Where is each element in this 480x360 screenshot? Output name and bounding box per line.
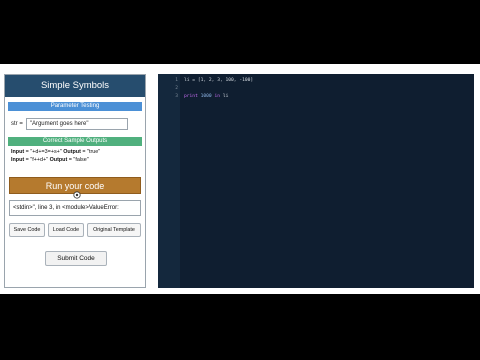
variable-name: li: [222, 94, 229, 99]
app-frame: Simple Symbols Parameter Testing str = "…: [0, 64, 480, 294]
line-number-gutter: 1 2 3: [158, 74, 180, 288]
output-label: Output: [49, 157, 68, 163]
keyword-print: print: [184, 94, 198, 99]
left-panel: Simple Symbols Parameter Testing str = "…: [4, 74, 146, 288]
line-number: 2: [175, 86, 178, 91]
output-field[interactable]: <stdin>", line 3, in <module>ValueError:: [9, 200, 141, 216]
input-value: = "f++d+": [24, 157, 50, 163]
input-value: = "+d+=3=+s+": [24, 149, 64, 155]
save-code-button[interactable]: Save Code: [9, 223, 45, 237]
pointer-cursor-icon: [73, 191, 81, 199]
input-label: Input: [11, 149, 25, 155]
line-number: 1: [175, 78, 178, 83]
original-template-button[interactable]: Original Template: [87, 223, 141, 237]
number-literal: 1000: [200, 94, 212, 99]
output-value: = "true": [80, 149, 101, 155]
sample-row: Input = "+d+=3=+s+" Output = "true": [11, 149, 100, 155]
code-editor[interactable]: 1 2 3 li = [1, 2, 3, 100, -100] print 10…: [158, 74, 474, 288]
submit-code-button[interactable]: Submit Code: [45, 251, 107, 266]
code-line-3: print 1000 in li: [184, 94, 228, 99]
input-label: Input: [11, 157, 25, 163]
parameter-testing-header: Parameter Testing: [8, 102, 142, 111]
line-number: 3: [175, 94, 178, 99]
load-code-button[interactable]: Load Code: [48, 223, 84, 237]
keyword-in: in: [214, 94, 221, 99]
argument-input[interactable]: "Argument goes here": [25, 118, 128, 130]
code-line-1: li = [1, 2, 3, 100, -100]: [184, 78, 254, 83]
output-label: Output: [63, 149, 81, 155]
sample-outputs-header: Correct Sample Outputs: [8, 137, 142, 146]
parameter-row: str = "Argument goes here": [11, 117, 128, 131]
parameter-label: str =: [11, 121, 23, 127]
output-value: = "false": [67, 157, 89, 163]
app-title: Simple Symbols: [5, 75, 145, 97]
sample-row: Input = "f++d+" Output = "false": [11, 157, 89, 163]
